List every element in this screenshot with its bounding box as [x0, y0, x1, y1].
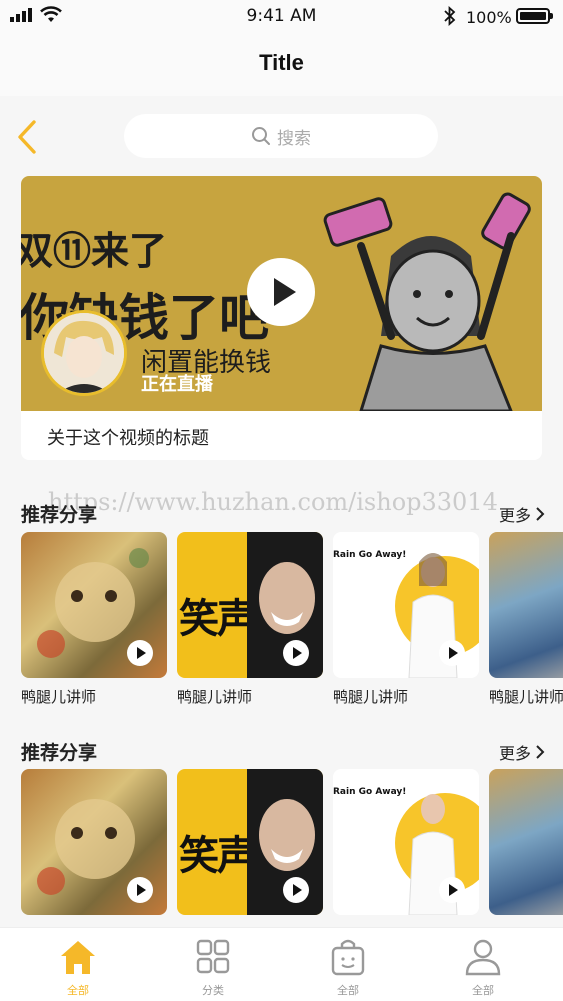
home-icon — [61, 941, 95, 974]
battery-icon — [516, 8, 553, 24]
battery-percent: 100% — [466, 8, 512, 27]
video-card[interactable] — [489, 769, 563, 923]
featured-video-card[interactable]: 双⑪来了 你缺钱了吧 闲置能换钱 正在直播 关于这个视频的标题 — [21, 176, 542, 460]
more-label: 更多 — [498, 744, 531, 763]
tab-all-bag[interactable]: 全部 — [308, 938, 388, 998]
live-status-label: 正在直播 — [141, 374, 213, 395]
tab-label: 全部 — [67, 984, 89, 997]
tab-label: 全部 — [337, 984, 359, 997]
card-thumbnail: Rain Go Away! — [333, 532, 479, 678]
more-link[interactable]: 更多 — [499, 502, 545, 526]
thumb-caption: 笑声 — [179, 596, 257, 642]
thumb-caption: 笑声 — [179, 833, 257, 879]
bottom-tab-bar: 全部 分类 全部 全部 — [0, 927, 563, 1001]
status-bar: 9:41 AM 100% — [0, 0, 563, 34]
card-row-1: 鸭腿儿讲师 笑声 鸭腿儿讲师 Rain Go Away! 鸭腿儿讲师 鸭腿儿讲师 — [21, 532, 563, 712]
more-label: 更多 — [498, 506, 531, 525]
video-card[interactable]: 鸭腿儿讲师 — [489, 532, 563, 707]
card-thumbnail — [21, 769, 167, 915]
user-icon — [465, 939, 501, 976]
card-thumbnail: 笑声 — [177, 769, 323, 915]
search-placeholder: 搜索 — [277, 128, 311, 149]
video-card[interactable]: Rain Go Away! — [333, 769, 479, 923]
video-card[interactable]: Rain Go Away! 鸭腿儿讲师 — [333, 532, 479, 707]
section-title: 推荐分享 — [21, 504, 98, 526]
card-author-name: 鸭腿儿讲师 — [21, 688, 97, 706]
play-icon[interactable] — [127, 640, 153, 666]
bluetooth-icon — [444, 6, 456, 26]
chevron-right-icon — [536, 745, 545, 759]
play-icon[interactable] — [283, 640, 309, 666]
grid-icon — [196, 939, 230, 974]
page-title: Title — [259, 50, 304, 75]
bag-icon — [331, 939, 365, 976]
tab-all-user[interactable]: 全部 — [443, 938, 523, 998]
card-author-name: 鸭腿儿讲师 — [333, 688, 409, 706]
card-thumbnail — [21, 532, 167, 678]
video-card[interactable]: 笑声 — [177, 769, 323, 923]
play-icon[interactable] — [439, 640, 465, 666]
video-title[interactable]: 关于这个视频的标题 — [47, 424, 209, 450]
card-thumbnail: 笑声 — [177, 532, 323, 678]
play-icon[interactable] — [127, 877, 153, 903]
video-card[interactable] — [21, 769, 167, 923]
video-card[interactable]: 笑声 鸭腿儿讲师 — [177, 532, 323, 707]
tab-label: 分类 — [202, 984, 224, 997]
card-thumbnail — [489, 532, 563, 678]
section-header-recommended-1: 推荐分享 更多 — [21, 500, 545, 530]
nav-bar: Title — [0, 34, 563, 96]
tab-category[interactable]: 分类 — [173, 938, 253, 998]
play-button[interactable] — [247, 258, 315, 326]
search-icon — [252, 127, 270, 145]
card-thumbnail — [489, 769, 563, 915]
card-author-name: 鸭腿儿讲师 — [177, 688, 253, 706]
section-header-recommended-2: 推荐分享 更多 — [21, 738, 545, 768]
chevron-left-icon — [18, 120, 36, 154]
section-title: 推荐分享 — [21, 742, 98, 764]
back-button[interactable] — [14, 118, 44, 156]
tab-label: 全部 — [472, 984, 494, 997]
anime-portrait — [44, 313, 124, 393]
tab-all-home[interactable]: 全部 — [38, 938, 118, 998]
chevron-right-icon — [536, 507, 545, 521]
search-input[interactable]: 搜索 — [124, 114, 438, 158]
card-row-2: 笑声 Rain Go Away! — [21, 769, 563, 949]
video-card[interactable]: 鸭腿儿讲师 — [21, 532, 167, 707]
streamer-avatar[interactable] — [41, 310, 127, 396]
play-icon[interactable] — [439, 877, 465, 903]
cartoon-illustration — [323, 192, 531, 411]
play-icon[interactable] — [283, 877, 309, 903]
card-author-name: 鸭腿儿讲师 — [489, 688, 563, 706]
thumb-caption-1: 双⑪来了 — [21, 229, 168, 273]
video-thumbnail[interactable]: 双⑪来了 你缺钱了吧 闲置能换钱 正在直播 — [21, 176, 542, 411]
more-link[interactable]: 更多 — [499, 740, 545, 764]
card-thumbnail: Rain Go Away! — [333, 769, 479, 915]
